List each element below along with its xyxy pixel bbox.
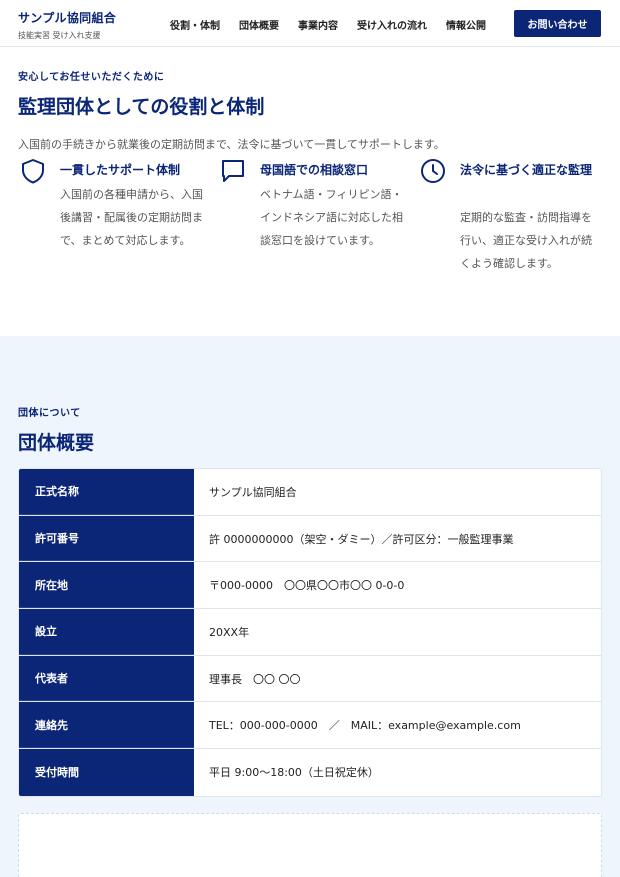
feature-title: 一貫したサポート体制	[60, 163, 181, 177]
shield-icon	[22, 159, 44, 184]
feature-body: 定期的な監査・訪問指導を行い、適正な受け入れが続くよう確認します。	[460, 211, 592, 270]
feature-title: 母国語での相談窓口	[260, 163, 369, 177]
table-row: 許可番号 許 0000000000（架空・ダミー）／許可区分：一般監理事業	[19, 515, 601, 563]
brand-name: サンプル協同組合	[18, 11, 117, 25]
clock-icon	[421, 159, 445, 183]
row-label: 受付時間	[19, 749, 194, 796]
row-label: 連絡先	[19, 702, 194, 749]
row-value: 20XX年	[209, 625, 250, 639]
next-section-card	[18, 813, 602, 877]
row-value: 平日 9:00〜18:00（土日祝定休）	[209, 766, 379, 780]
nav-item-business[interactable]: 事業内容	[298, 17, 338, 32]
contact-button[interactable]: お問い合わせ	[514, 10, 601, 37]
org-info-table: 正式名称 サンプル協同組合 許可番号 許 0000000000（架空・ダミー）／…	[18, 468, 602, 797]
site-header: サンプル協同組合 技能実習 受け入れ支援 役割・体制 団体概要 事業内容 受け入…	[0, 0, 620, 47]
nav-item-flow[interactable]: 受け入れの流れ	[357, 17, 427, 32]
row-value: 〒000-0000 〇〇県〇〇市〇〇 0-0-0	[209, 579, 405, 593]
chat-bubble-icon	[222, 160, 244, 182]
row-label: 所在地	[19, 562, 194, 609]
row-value: 許 0000000000（架空・ダミー）／許可区分：一般監理事業	[209, 532, 514, 546]
table-row: 所在地 〒000-0000 〇〇県〇〇市〇〇 0-0-0	[19, 562, 601, 610]
brand[interactable]: サンプル協同組合 技能実習 受け入れ支援	[18, 9, 116, 41]
role-lead: 入国前の手続きから就業後の定期訪問まで、法令に基づいて一貫してサポートします。	[18, 138, 445, 151]
row-label: 正式名称	[19, 469, 194, 515]
nav-item-overview[interactable]: 団体概要	[239, 17, 279, 32]
table-row: 代表者 理事長 〇〇 〇〇	[19, 655, 601, 703]
table-row: 受付時間 平日 9:00〜18:00（土日祝定休）	[19, 749, 601, 796]
row-label: 設立	[19, 609, 194, 655]
main-nav: 役割・体制 団体概要 事業内容 受け入れの流れ 情報公開	[170, 17, 505, 32]
row-value: 理事長 〇〇 〇〇	[209, 672, 301, 686]
table-row: 連絡先 TEL：000-000-0000 ／ MAIL：example@exam…	[19, 702, 601, 750]
feature-body: ベトナム語・フィリピン語・インドネシア語に対応した相談窓口を設けています。	[260, 188, 403, 247]
table-row: 正式名称 サンプル協同組合	[19, 469, 601, 516]
row-value[interactable]: TEL：000-000-0000 ／ MAIL：example@example.…	[194, 702, 601, 748]
nav-item-disclosure[interactable]: 情報公開	[446, 17, 486, 32]
brand-tagline: 技能実習 受け入れ支援	[18, 31, 101, 40]
row-label: 許可番号	[19, 515, 194, 562]
row-label: 代表者	[19, 655, 194, 702]
feature-title: 法令に基づく適正な監理	[460, 163, 593, 177]
row-value: サンプル協同組合	[209, 485, 297, 499]
table-row: 設立 20XX年	[19, 609, 601, 656]
role-title: 監理団体としての役割と体制	[18, 96, 265, 118]
org-title: 団体概要	[18, 432, 95, 454]
org-eyebrow: 団体について	[18, 408, 81, 419]
role-eyebrow: 安心してお任せいただくために	[18, 72, 165, 83]
feature-body: 入国前の各種申請から、入国後講習・配属後の定期訪問まで、まとめて対応します。	[60, 188, 203, 247]
nav-item-role[interactable]: 役割・体制	[170, 17, 220, 32]
